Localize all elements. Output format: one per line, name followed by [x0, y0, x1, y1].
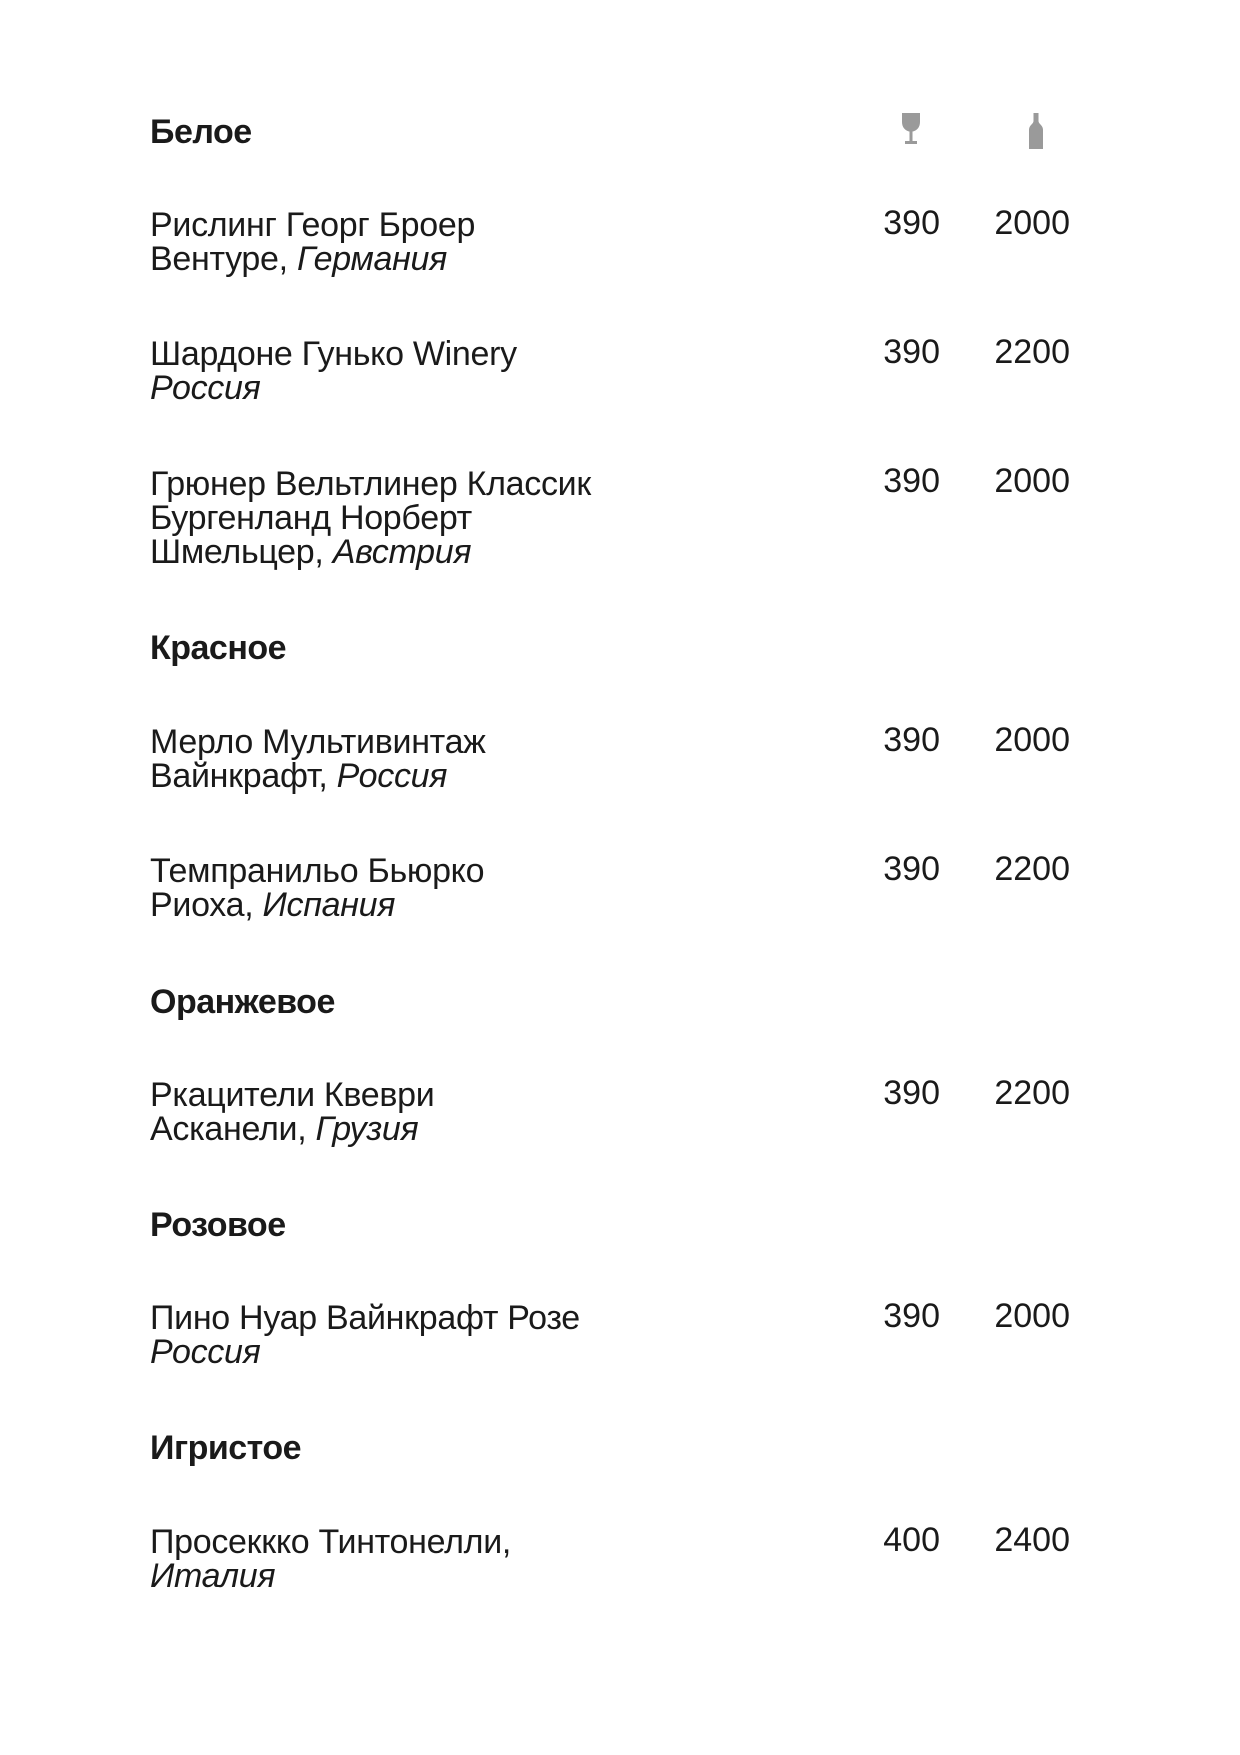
wine-glass-icon [900, 113, 922, 152]
section-title-red: Красное [150, 629, 287, 667]
section-title-rose: Розовое [150, 1206, 286, 1244]
item-country: Австрия [332, 533, 472, 571]
item-name-line: Риоха, [150, 886, 263, 924]
item-country: Россия [336, 757, 448, 795]
item-name-line: Грюнер Вельтлинер Классик [150, 465, 591, 503]
item-name-line: Бургенланд Норберт [150, 499, 472, 537]
item-country: Грузия [315, 1110, 419, 1148]
price-glass: 390 [883, 204, 940, 242]
price-glass: 390 [883, 333, 940, 371]
item-country: Италия [150, 1557, 276, 1595]
price-bottle: 2000 [994, 721, 1070, 759]
item-country: Германия [296, 240, 447, 278]
menu-item-name: Темпранильо Бьюрко Риоха, Испания [150, 854, 710, 922]
item-country: Испания [262, 886, 396, 924]
price-bottle: 2400 [994, 1521, 1070, 1559]
item-name-line: Ркацители Квеври [150, 1076, 435, 1114]
menu-item-name: Рислинг Георг Броер Вентуре, Германия [150, 208, 710, 276]
price-glass: 390 [883, 850, 940, 888]
menu-item-name: Пино Нуар Вайнкрафт Розе Россия [150, 1301, 710, 1369]
item-country: Россия [150, 369, 261, 407]
item-name-line: Мерло Мультивинтаж [150, 723, 486, 761]
section-title-orange: Оранжевое [150, 983, 335, 1021]
menu-item-name: Мерло Мультивинтаж Вайнкрафт, Россия [150, 725, 710, 793]
price-bottle: 2200 [994, 1074, 1070, 1112]
item-name-line: Темпранильо Бьюрко [150, 852, 485, 890]
price-bottle: 2000 [994, 462, 1070, 500]
item-name-line: Вайнкрафт, [150, 757, 337, 795]
price-glass: 390 [883, 462, 940, 500]
menu-item-name: Просеккко Тинтонелли, Италия [150, 1525, 710, 1593]
price-glass: 390 [883, 721, 940, 759]
menu-item-name: Ркацители Квеври Асканели, Грузия [150, 1078, 710, 1146]
price-bottle: 2200 [994, 850, 1070, 888]
item-name-line: Вентуре, [150, 240, 297, 278]
price-glass: 390 [883, 1297, 940, 1335]
price-bottle: 2200 [994, 333, 1070, 371]
item-name-line: Рислинг Георг Броер [150, 206, 476, 244]
menu-item-name: Шардоне Гунько Winery Россия [150, 337, 710, 405]
price-glass: 390 [883, 1074, 940, 1112]
price-bottle: 2000 [994, 204, 1070, 242]
section-title-sparkling: Игристое [150, 1429, 302, 1467]
item-name-line: Асканели, [150, 1110, 316, 1148]
price-glass: 400 [883, 1521, 940, 1559]
item-name-line: Шардоне Гунько Winery [150, 335, 517, 373]
wine-bottle-icon [1027, 113, 1045, 154]
section-title-white: Белое [150, 113, 252, 151]
item-name-line: Просеккко Тинтонелли, [150, 1523, 512, 1561]
menu-item-name: Грюнер Вельтлинер Классик Бургенланд Нор… [150, 467, 710, 569]
item-country: Россия [150, 1333, 261, 1371]
item-name-line: Пино Нуар Вайнкрафт Розе [150, 1299, 580, 1337]
item-name-line: Шмельцер, [150, 533, 333, 571]
price-bottle: 2000 [994, 1297, 1070, 1335]
